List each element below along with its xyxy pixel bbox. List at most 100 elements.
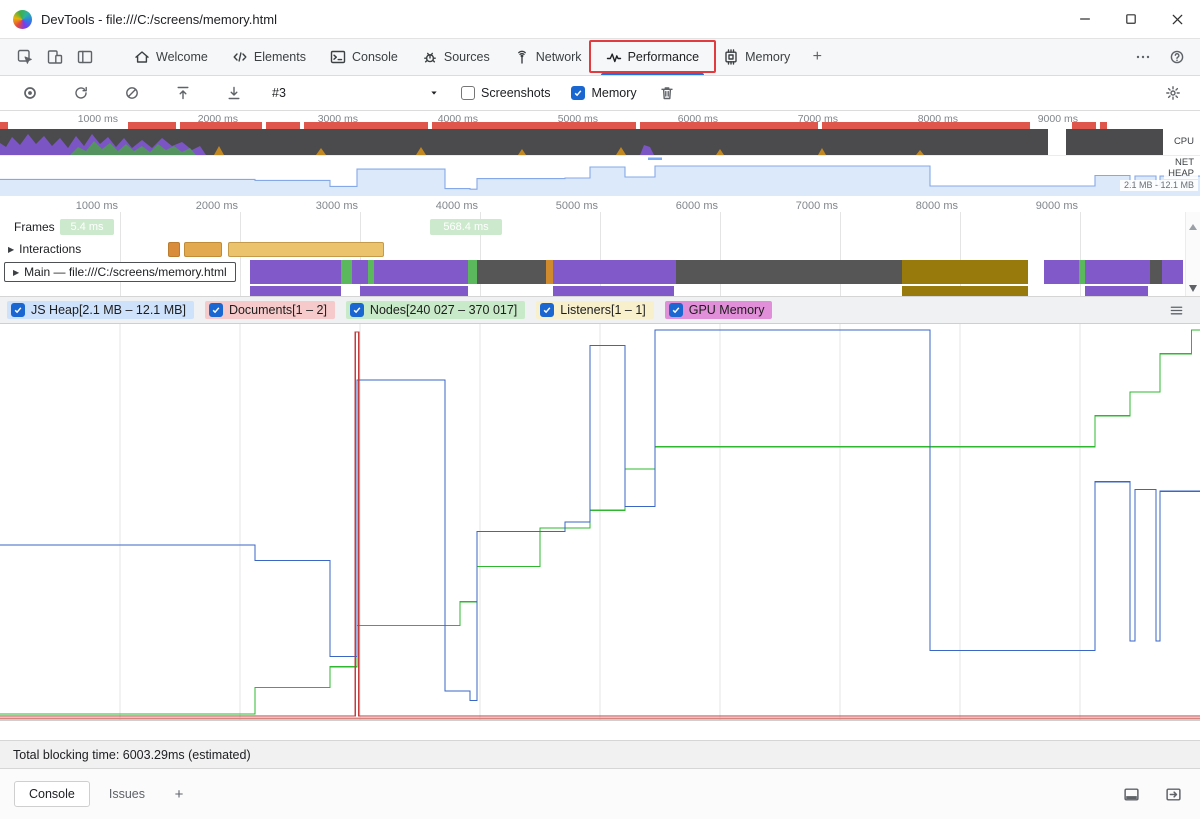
flame-chart-segment[interactable] bbox=[546, 260, 553, 284]
tab-network[interactable]: Network bbox=[502, 39, 594, 75]
expand-drawer-button[interactable] bbox=[1158, 779, 1188, 809]
inspect-button[interactable] bbox=[10, 42, 40, 72]
flame-chart-segment[interactable] bbox=[1162, 260, 1183, 284]
home-icon bbox=[134, 49, 150, 65]
frames-track[interactable]: Frames 5.4 ms 568.4 ms bbox=[0, 218, 1200, 238]
interaction-bar[interactable] bbox=[184, 242, 222, 257]
panel-layout-button[interactable] bbox=[70, 42, 100, 72]
main-track-label: Main — file:///C:/screens/memory.html bbox=[24, 265, 227, 279]
net-heap-overview-strip[interactable]: NET HEAP 2.1 MB - 12.1 MB bbox=[0, 155, 1200, 196]
flame-chart-segment[interactable] bbox=[1085, 260, 1150, 284]
flame-chart-segment[interactable] bbox=[250, 260, 341, 284]
flame-chart-segment[interactable] bbox=[1085, 286, 1148, 296]
tab-performance[interactable]: Performance bbox=[588, 39, 717, 75]
flame-chart-segment[interactable] bbox=[374, 260, 468, 284]
tab-elements[interactable]: Elements bbox=[220, 39, 318, 75]
device-emulation-button[interactable] bbox=[40, 42, 70, 72]
memory-checkbox[interactable]: Memory bbox=[571, 86, 637, 100]
save-profile-button[interactable] bbox=[219, 78, 249, 108]
main-expand-caret[interactable]: ▶ bbox=[13, 268, 19, 277]
flame-chart-segment[interactable] bbox=[250, 286, 341, 296]
flame-chart-segment[interactable] bbox=[553, 286, 674, 296]
recording-select[interactable]: #3 bbox=[272, 86, 440, 100]
maximize-button[interactable] bbox=[1108, 0, 1154, 38]
screenshots-checkbox[interactable]: Screenshots bbox=[461, 86, 550, 100]
counter-label: GPU Memory bbox=[688, 303, 765, 317]
record-button[interactable] bbox=[15, 78, 45, 108]
load-profile-icon bbox=[175, 85, 191, 101]
tab-welcome[interactable]: Welcome bbox=[122, 39, 220, 75]
frame-duration-badge[interactable]: 568.4 ms bbox=[430, 219, 502, 235]
capture-settings-button[interactable] bbox=[1158, 78, 1188, 108]
timeline-ruler[interactable]: 1000 ms 2000 ms 3000 ms 4000 ms 5000 ms 6000 … bbox=[0, 196, 1200, 218]
counter-label: JS Heap[2.1 MB – 12.1 MB] bbox=[31, 303, 186, 317]
close-icon bbox=[1170, 12, 1185, 27]
help-button[interactable] bbox=[1162, 42, 1192, 72]
interaction-bar[interactable] bbox=[168, 242, 180, 257]
counters-legend: JS Heap[2.1 MB – 12.1 MB] Documents[1 – 2… bbox=[0, 296, 1200, 324]
interactions-track[interactable]: ▶ Interactions bbox=[0, 238, 1200, 260]
net-strip-label: NET bbox=[1171, 157, 1198, 168]
drawer-tab-console[interactable]: Console bbox=[14, 781, 90, 807]
counter-label: Nodes[240 027 – 370 017] bbox=[369, 303, 518, 317]
flame-chart-segment[interactable] bbox=[1044, 260, 1079, 284]
reload-and-record-button[interactable] bbox=[66, 78, 96, 108]
counter-toggle-listeners[interactable]: Listeners[1 – 1] bbox=[536, 301, 654, 319]
flame-chart-segment[interactable] bbox=[553, 260, 676, 284]
time-tick-label: 1000 ms bbox=[75, 200, 118, 212]
scroll-up-icon[interactable] bbox=[1189, 224, 1197, 230]
heap-strip-label: HEAP bbox=[1164, 168, 1198, 179]
delete-recording-button[interactable] bbox=[652, 78, 682, 108]
counter-toggle-js-heap[interactable]: JS Heap[2.1 MB – 12.1 MB] bbox=[7, 301, 194, 319]
time-tick-label: 5000 ms bbox=[555, 200, 598, 212]
memory-counters-chart[interactable] bbox=[0, 324, 1200, 721]
memory-icon bbox=[723, 49, 739, 65]
cpu-overview-strip[interactable]: CPU bbox=[0, 129, 1200, 155]
counter-toggle-documents[interactable]: Documents[1 – 2] bbox=[204, 301, 335, 319]
counter-toggle-nodes[interactable]: Nodes[240 027 – 370 017] bbox=[345, 301, 526, 319]
tool-tabs: Welcome Elements Console Sources Network Perf… bbox=[122, 39, 802, 75]
flame-chart-segment[interactable] bbox=[902, 286, 1028, 296]
flame-chart-segment[interactable] bbox=[477, 260, 546, 284]
chart-footer-gap bbox=[0, 721, 1200, 740]
counter-toggle-gpu-memory[interactable]: GPU Memory bbox=[664, 301, 773, 319]
flame-chart-segment[interactable] bbox=[341, 260, 352, 284]
scroll-down-icon[interactable] bbox=[1189, 285, 1197, 292]
tab-console[interactable]: Console bbox=[318, 39, 410, 75]
frame-duration-badge[interactable]: 5.4 ms bbox=[60, 219, 114, 235]
tab-sources[interactable]: Sources bbox=[410, 39, 502, 75]
interactions-expand-caret[interactable]: ▶ bbox=[8, 245, 14, 254]
drawer-tab-issues[interactable]: Issues bbox=[94, 781, 160, 807]
timeline-overview[interactable]: 1000 ms 2000 ms 3000 ms 4000 ms 5000 ms 6000 … bbox=[0, 111, 1200, 196]
flame-chart-segment[interactable] bbox=[360, 286, 468, 296]
tool-tabbar: Welcome Elements Console Sources Network Perf… bbox=[0, 39, 1200, 76]
flame-chart-segment[interactable] bbox=[1150, 260, 1162, 284]
close-button[interactable] bbox=[1154, 0, 1200, 38]
flame-chart-segment[interactable] bbox=[352, 260, 368, 284]
time-tick-label: 7000 ms bbox=[795, 200, 838, 212]
more-options-button[interactable] bbox=[1128, 42, 1158, 72]
checkbox-icon bbox=[11, 303, 25, 317]
add-drawer-tab-button[interactable]: + bbox=[166, 781, 192, 807]
load-profile-button[interactable] bbox=[168, 78, 198, 108]
main-track[interactable]: ▶ Main — file:///C:/screens/memory.html bbox=[0, 260, 1200, 284]
frames-track-label: Frames bbox=[14, 220, 55, 234]
recording-id: #3 bbox=[272, 86, 286, 100]
total-blocking-time: Total blocking time: 6003.29ms (estimate… bbox=[13, 747, 251, 762]
dock-drawer-button[interactable] bbox=[1116, 779, 1146, 809]
main-track-header[interactable]: ▶ Main — file:///C:/screens/memory.html bbox=[4, 262, 236, 282]
memory-checkbox-box bbox=[571, 86, 586, 100]
flame-chart-segment[interactable] bbox=[676, 260, 902, 284]
hamburger-icon bbox=[1169, 303, 1184, 318]
flame-chart-segment[interactable] bbox=[902, 260, 1028, 284]
clear-recording-button[interactable] bbox=[117, 78, 147, 108]
counters-menu-button[interactable] bbox=[1161, 295, 1191, 325]
add-tool-button[interactable]: + bbox=[802, 42, 832, 72]
main-track-depth2[interactable] bbox=[0, 286, 1200, 296]
tracks-scrollbar[interactable] bbox=[1185, 212, 1200, 296]
network-icon bbox=[514, 49, 530, 65]
flame-chart-segment[interactable] bbox=[468, 260, 477, 284]
minimize-button[interactable] bbox=[1062, 0, 1108, 38]
tab-memory[interactable]: Memory bbox=[711, 39, 802, 75]
interaction-bar[interactable] bbox=[228, 242, 384, 257]
